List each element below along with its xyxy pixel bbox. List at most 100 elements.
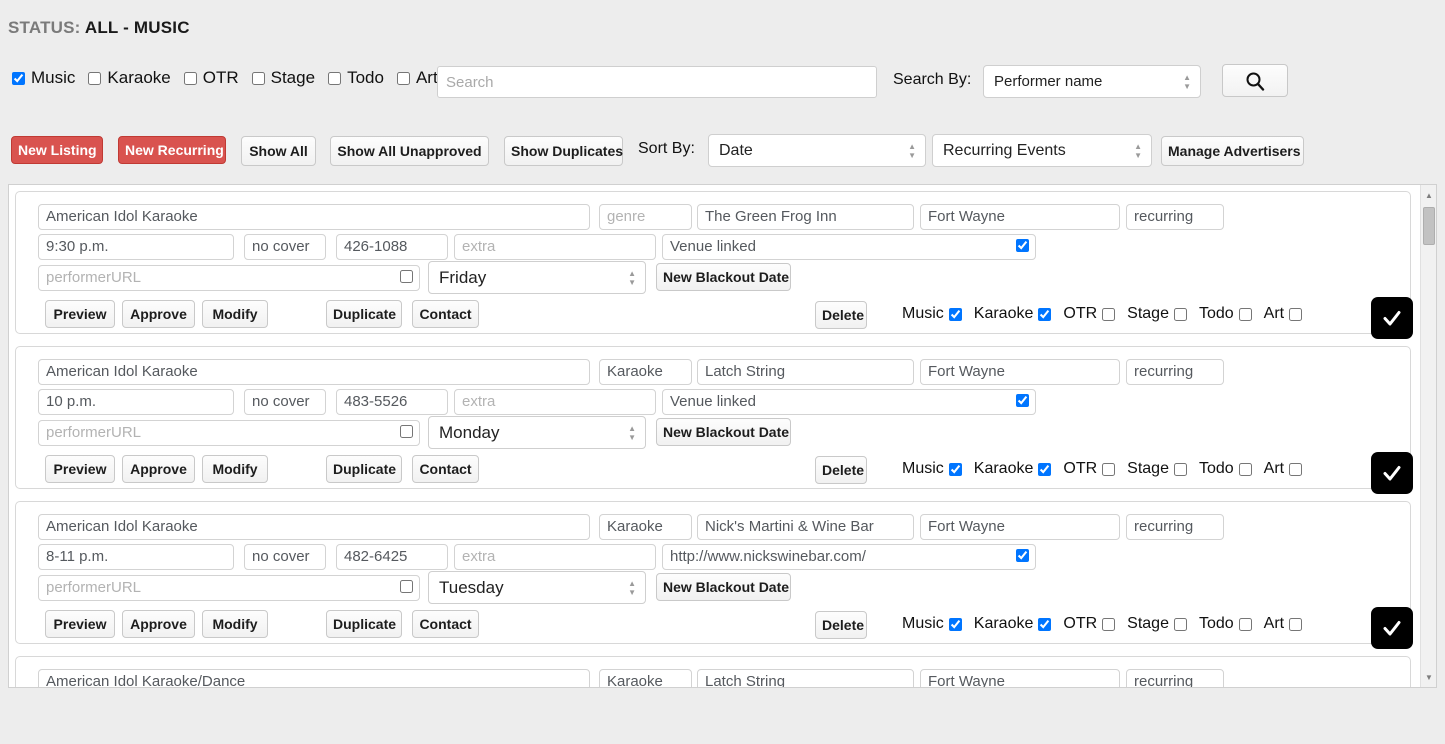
listing-phone-input[interactable]: 483-5526	[336, 389, 448, 415]
modify-button[interactable]: Modify	[202, 610, 268, 638]
listing-recurring-input[interactable]: recurring	[1126, 514, 1224, 540]
show-all-unapproved-button[interactable]: Show All Unapproved	[330, 136, 489, 166]
listing-tag-checkbox-otr[interactable]	[1102, 307, 1116, 321]
vertical-scrollbar[interactable]: ▲ ▼	[1420, 185, 1436, 687]
listing-tag-music[interactable]: Music	[902, 305, 962, 323]
delete-button[interactable]: Delete	[815, 301, 867, 329]
listing-genre-input[interactable]: genre	[599, 204, 692, 230]
listing-tag-art[interactable]: Art	[1264, 305, 1303, 323]
listing-tag-checkbox-otr[interactable]	[1102, 617, 1116, 631]
search-by-select[interactable]: Performer name ▲ ▼	[983, 65, 1201, 98]
sort-by-select[interactable]: Date ▲ ▼	[708, 134, 926, 167]
listing-extra-input[interactable]: extra	[454, 544, 656, 570]
listing-cover-input[interactable]: no cover	[244, 389, 326, 415]
listing-tag-karaoke[interactable]: Karaoke	[974, 615, 1052, 633]
approve-button[interactable]: Approve	[122, 455, 195, 483]
filter-todo[interactable]: Todo	[328, 68, 384, 88]
show-duplicates-button[interactable]: Show Duplicates	[504, 136, 623, 166]
approve-button[interactable]: Approve	[122, 300, 195, 328]
duplicate-button[interactable]: Duplicate	[326, 300, 402, 328]
listing-tag-checkbox-stage[interactable]	[1173, 307, 1187, 321]
filter-checkbox-art[interactable]	[396, 71, 410, 85]
modify-button[interactable]: Modify	[202, 455, 268, 483]
listing-tag-checkbox-todo[interactable]	[1238, 307, 1252, 321]
day-of-week-select[interactable]: Tuesday ▲ ▼	[428, 571, 646, 604]
filter-checkbox-stage[interactable]	[251, 71, 265, 85]
listing-link-input[interactable]: Venue linked	[662, 389, 1036, 415]
filter-checkbox-karaoke[interactable]	[88, 71, 102, 85]
listing-time-input[interactable]: 10 p.m.	[38, 389, 234, 415]
confirm-listing-button[interactable]	[1371, 297, 1413, 339]
duplicate-button[interactable]: Duplicate	[326, 455, 402, 483]
listing-tag-checkbox-art[interactable]	[1289, 617, 1303, 631]
listing-tag-checkbox-todo[interactable]	[1238, 462, 1252, 476]
listing-phone-input[interactable]: 426-1088	[336, 234, 448, 260]
new-recurring-button[interactable]: New Recurring	[118, 136, 226, 164]
new-blackout-date-button[interactable]: New Blackout Date	[656, 418, 791, 446]
approve-button[interactable]: Approve	[122, 610, 195, 638]
contact-button[interactable]: Contact	[412, 300, 479, 328]
listing-tag-stage[interactable]: Stage	[1127, 615, 1187, 633]
listing-tag-checkbox-music[interactable]	[948, 307, 962, 321]
listing-title-input[interactable]: American Idol Karaoke	[38, 204, 590, 230]
scroll-down-arrow-icon[interactable]: ▼	[1421, 669, 1436, 685]
listing-tag-checkbox-karaoke[interactable]	[1038, 617, 1052, 631]
listing-tag-checkbox-art[interactable]	[1289, 462, 1303, 476]
filter-art[interactable]: Art	[396, 68, 438, 88]
listing-tag-otr[interactable]: OTR	[1063, 305, 1116, 323]
manage-advertisers-button[interactable]: Manage Advertisers	[1161, 136, 1304, 166]
listing-link-input[interactable]: http://www.nickswinebar.com/	[662, 544, 1036, 570]
venue-linked-checkbox[interactable]	[1016, 239, 1029, 252]
listing-title-input[interactable]: American Idol Karaoke	[38, 514, 590, 540]
performer-url-checkbox[interactable]	[400, 270, 413, 283]
listing-city-input[interactable]: Fort Wayne	[920, 669, 1120, 687]
filter-karaoke[interactable]: Karaoke	[88, 68, 171, 88]
new-blackout-date-button[interactable]: New Blackout Date	[656, 573, 791, 601]
listing-tag-todo[interactable]: Todo	[1199, 305, 1252, 323]
listing-title-input[interactable]: American Idol Karaoke	[38, 359, 590, 385]
preview-button[interactable]: Preview	[45, 610, 115, 638]
listing-extra-input[interactable]: extra	[454, 389, 656, 415]
search-input[interactable]	[437, 66, 877, 98]
new-listing-button[interactable]: New Listing	[11, 136, 103, 164]
listing-tag-otr[interactable]: OTR	[1063, 615, 1116, 633]
listing-tag-checkbox-karaoke[interactable]	[1038, 462, 1052, 476]
listing-tag-stage[interactable]: Stage	[1127, 305, 1187, 323]
listing-tag-checkbox-music[interactable]	[948, 617, 962, 631]
scroll-up-arrow-icon[interactable]: ▲	[1421, 187, 1436, 203]
confirm-listing-button[interactable]	[1371, 607, 1413, 649]
listing-performer-url-input[interactable]: performerURL	[38, 265, 420, 291]
listing-tag-todo[interactable]: Todo	[1199, 460, 1252, 478]
confirm-listing-button[interactable]	[1371, 452, 1413, 494]
listing-tag-art[interactable]: Art	[1264, 460, 1303, 478]
listing-recurring-input[interactable]: recurring	[1126, 204, 1224, 230]
listing-tag-otr[interactable]: OTR	[1063, 460, 1116, 478]
listing-phone-input[interactable]: 482-6425	[336, 544, 448, 570]
delete-button[interactable]: Delete	[815, 611, 867, 639]
listing-tag-checkbox-karaoke[interactable]	[1038, 307, 1052, 321]
performer-url-checkbox[interactable]	[400, 425, 413, 438]
filter-checkbox-music[interactable]	[12, 71, 25, 85]
listing-tag-stage[interactable]: Stage	[1127, 460, 1187, 478]
listing-cover-input[interactable]: no cover	[244, 234, 326, 260]
listing-title-input[interactable]: American Idol Karaoke/Dance	[38, 669, 590, 687]
listing-venue-input[interactable]: Latch String	[697, 359, 914, 385]
search-button[interactable]	[1222, 64, 1288, 97]
preview-button[interactable]: Preview	[45, 455, 115, 483]
recurring-events-select[interactable]: Recurring Events ▲ ▼	[932, 134, 1152, 167]
filter-music[interactable]: Music	[12, 68, 75, 88]
performer-url-checkbox[interactable]	[400, 580, 413, 593]
filter-stage[interactable]: Stage	[251, 68, 315, 88]
listing-city-input[interactable]: Fort Wayne	[920, 204, 1120, 230]
listing-city-input[interactable]: Fort Wayne	[920, 359, 1120, 385]
listing-time-input[interactable]: 9:30 p.m.	[38, 234, 234, 260]
listing-recurring-input[interactable]: recurring	[1126, 359, 1224, 385]
listing-tag-art[interactable]: Art	[1264, 615, 1303, 633]
delete-button[interactable]: Delete	[815, 456, 867, 484]
listing-tag-checkbox-stage[interactable]	[1173, 462, 1187, 476]
listing-venue-input[interactable]: Nick's Martini & Wine Bar	[697, 514, 914, 540]
listing-tag-checkbox-todo[interactable]	[1238, 617, 1252, 631]
listing-time-input[interactable]: 8-11 p.m.	[38, 544, 234, 570]
venue-linked-checkbox[interactable]	[1016, 549, 1029, 562]
listing-venue-input[interactable]: The Green Frog Inn	[697, 204, 914, 230]
